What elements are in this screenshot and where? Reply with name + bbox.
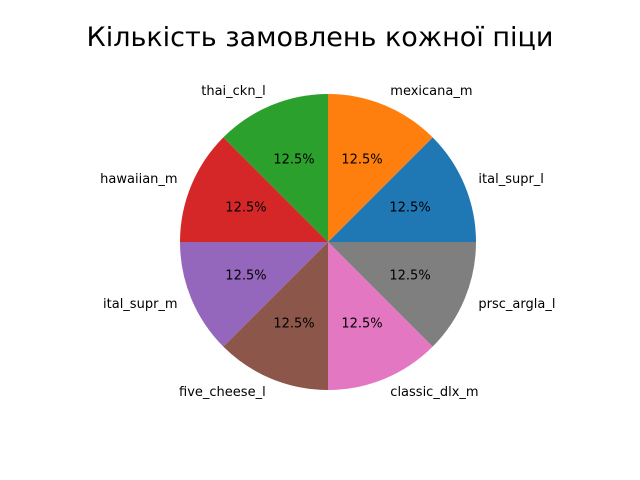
slice-label: ital_supr_m <box>103 297 178 312</box>
percent-label: 12.5% <box>341 317 382 332</box>
slice-label: mexicana_m <box>390 84 472 99</box>
pie-chart-canvas: ital_supr_l 12.5% mexicana_m 12.5% thai_ckn_… <box>100 84 555 400</box>
percent-label: 12.5% <box>389 201 430 216</box>
slice-label: classic_dlx_m <box>390 385 478 400</box>
slice-label: prsc_argla_l <box>478 297 555 312</box>
percent-label: 12.5% <box>341 152 382 167</box>
slice-label: five_cheese_l <box>179 385 266 400</box>
percent-label: 12.5% <box>225 268 266 283</box>
slice-label: hawaiian_m <box>100 172 177 187</box>
percent-label: 12.5% <box>389 268 430 283</box>
percent-label: 12.5% <box>225 201 266 216</box>
slice-label: thai_ckn_l <box>201 84 265 99</box>
slice-label: ital_supr_l <box>478 172 544 187</box>
percent-label: 12.5% <box>273 317 314 332</box>
percent-label: 12.5% <box>273 152 314 167</box>
pie-chart: Кількість замовлень кожної піци ital_sup… <box>0 0 640 480</box>
